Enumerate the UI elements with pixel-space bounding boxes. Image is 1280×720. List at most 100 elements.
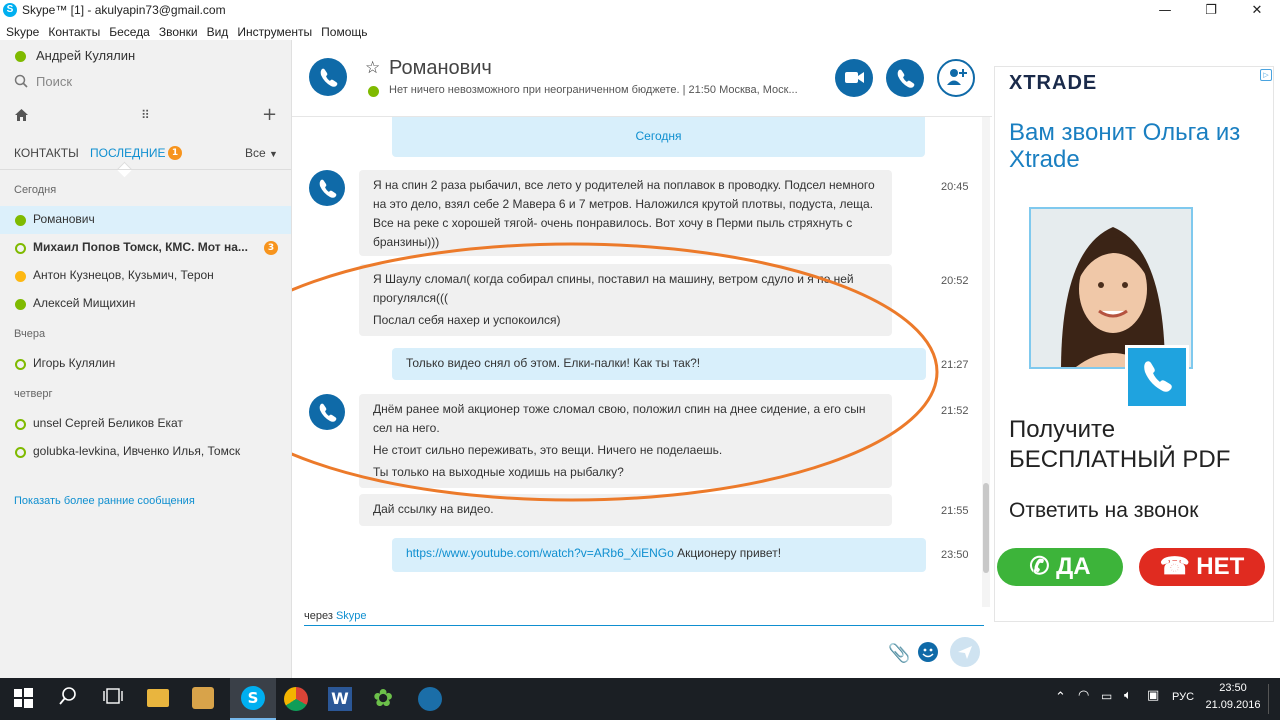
clock-time[interactable]: 23:50	[1208, 682, 1258, 694]
tab-recent[interactable]: ПОСЛЕДНИЕ	[90, 146, 166, 160]
add-contact-plus-icon[interactable]: +	[262, 104, 277, 125]
clock-date[interactable]: 21.09.2016	[1202, 699, 1264, 711]
taskbar-skype-active[interactable]: S	[230, 678, 276, 720]
add-people-button[interactable]	[937, 59, 975, 97]
ad-yes-button[interactable]: ✆ ДА	[997, 548, 1123, 586]
menu-conversation[interactable]: Беседа	[109, 25, 150, 39]
menu-calls[interactable]: Звонки	[159, 25, 198, 39]
add-person-icon	[947, 69, 967, 85]
menu-help[interactable]: Помощь	[321, 25, 367, 39]
skype-logo-icon: S	[3, 3, 17, 17]
filter-dropdown[interactable]: Все ▼	[245, 146, 278, 160]
skype-icon: S	[241, 686, 265, 710]
contact-name: Романович	[33, 212, 95, 226]
offline-status-icon	[15, 447, 26, 458]
message-timestamp: 20:45	[941, 181, 969, 193]
contact-row[interactable]: Алексей Мищихин	[0, 290, 291, 318]
current-user-name[interactable]: Андрей Кулялин	[36, 48, 135, 63]
ad-phone-tile	[1125, 345, 1189, 409]
close-button[interactable]: ✕	[1234, 0, 1280, 21]
show-earlier-link[interactable]: Показать более ранние сообщения	[14, 495, 195, 507]
compose-area: через Skype 📎	[292, 607, 992, 678]
search-icon[interactable]	[58, 686, 84, 712]
phone-icon	[319, 179, 337, 198]
minimize-button[interactable]: —	[1142, 0, 1188, 21]
contact-name: Романович	[389, 57, 492, 79]
favorite-star-icon[interactable]: ☆	[365, 58, 380, 78]
contact-row[interactable]: Михаил Попов Томск, КМС. Мот на... 3	[0, 234, 291, 262]
annotation-ellipse	[292, 242, 939, 502]
via-label: через Skype	[304, 610, 367, 622]
language-indicator[interactable]: РУС	[1172, 691, 1194, 703]
dialpad-icon[interactable]: ⠿	[141, 108, 150, 122]
maximize-button[interactable]: ❐	[1188, 0, 1234, 21]
search-icon	[14, 74, 28, 88]
recent-contact-list: Сегодня Романович Михаил Попов Томск, КМС.…	[0, 170, 291, 550]
windows-taskbar: S W ✿ ⌃ ◠ ▭ 🔈︎ ▣ РУС 23:50 21.09.2016	[0, 678, 1280, 720]
youtube-link[interactable]: https://www.youtube.com/watch?v=ARb6_XiE…	[406, 546, 674, 560]
audio-call-button[interactable]	[886, 59, 924, 97]
offline-status-icon	[15, 419, 26, 430]
unread-badge: 3	[264, 241, 278, 255]
steam-icon[interactable]	[418, 687, 442, 711]
ad-banner[interactable]: ▷ XTRADE Вам звонит Ольга из Xtrade Полу…	[994, 66, 1274, 622]
contact-name: Антон Кузнецов, Кузьмич, Терон	[33, 268, 214, 282]
offline-status-icon	[15, 359, 26, 370]
ad-choices-icon[interactable]: ▷	[1260, 69, 1272, 81]
scrollbar-thumb[interactable]	[983, 483, 989, 573]
send-button[interactable]	[950, 637, 980, 667]
message-input[interactable]	[304, 627, 864, 672]
section-header: Вчера	[14, 328, 46, 340]
contact-online-icon	[368, 86, 379, 97]
message-timestamp: 20:52	[941, 275, 969, 287]
message-bubble[interactable]: https://www.youtube.com/watch?v=ARb6_XiE…	[392, 538, 926, 572]
ad-brand-logo: XTRADE	[1009, 72, 1098, 94]
show-hidden-icons-icon[interactable]: ⌃	[1055, 690, 1066, 705]
section-header: Сегодня	[14, 184, 57, 196]
message-timestamp: 21:55	[941, 505, 969, 517]
emoticon-icon[interactable]	[918, 642, 938, 662]
phone-icon	[897, 69, 915, 88]
paperclip-icon[interactable]: 📎	[888, 643, 910, 664]
chrome-icon[interactable]	[284, 687, 308, 711]
via-skype-link[interactable]: Skype	[336, 610, 367, 622]
video-call-button[interactable]	[835, 59, 873, 97]
home-icon[interactable]	[14, 108, 29, 122]
show-desktop-button[interactable]	[1268, 684, 1269, 714]
sender-avatar[interactable]	[309, 170, 345, 206]
ad-offer: Получите БЕСПЛАТНЫЙ PDF	[1009, 416, 1231, 473]
search-input[interactable]: Поиск	[36, 74, 72, 89]
contact-row[interactable]: Игорь Кулялин	[0, 350, 291, 378]
section-header: четверг	[14, 388, 53, 400]
menu-view[interactable]: Вид	[207, 25, 229, 39]
menu-skype[interactable]: Skype	[6, 25, 39, 39]
contact-row[interactable]: unsel Сергей Беликов Екат	[0, 410, 291, 438]
recent-unread-badge: 1	[168, 146, 182, 160]
task-view-icon[interactable]	[103, 686, 129, 712]
online-status-icon	[15, 299, 26, 310]
input-method-icon[interactable]: ▣	[1147, 688, 1159, 703]
ad-no-button[interactable]: ☎ НЕТ	[1139, 548, 1265, 586]
contact-avatar[interactable]	[309, 58, 347, 96]
message-timestamp: 21:27	[941, 359, 969, 371]
contact-name: Алексей Мищихин	[33, 296, 136, 310]
window-title: Skype™ [1] - akulyapin73@gmail.com	[22, 3, 226, 17]
word-icon[interactable]: W	[328, 687, 352, 711]
contact-name: Игорь Кулялин	[33, 356, 116, 370]
store-icon[interactable]	[192, 687, 214, 709]
volume-icon[interactable]: 🔈︎	[1124, 688, 1132, 703]
menu-contacts[interactable]: Контакты	[48, 25, 100, 39]
file-explorer-icon[interactable]	[147, 689, 169, 707]
contact-row[interactable]: Романович	[0, 206, 291, 234]
phone-icon: ✆	[1029, 553, 1050, 580]
contact-row[interactable]: golubka-levkina, Ивченко Илья, Томск	[0, 438, 291, 466]
message-timestamp: 23:50	[941, 549, 969, 561]
icq-flower-icon[interactable]: ✿	[373, 684, 393, 712]
menu-tools[interactable]: Инструменты	[237, 25, 312, 39]
windows-start-icon[interactable]	[12, 686, 38, 712]
battery-icon[interactable]: ▭	[1101, 689, 1112, 703]
network-icon[interactable]: ◠	[1078, 688, 1089, 703]
tab-contacts[interactable]: КОНТАКТЫ	[14, 146, 79, 160]
contact-row[interactable]: Антон Кузнецов, Кузьмич, Терон	[0, 262, 291, 290]
video-camera-icon	[845, 72, 864, 83]
